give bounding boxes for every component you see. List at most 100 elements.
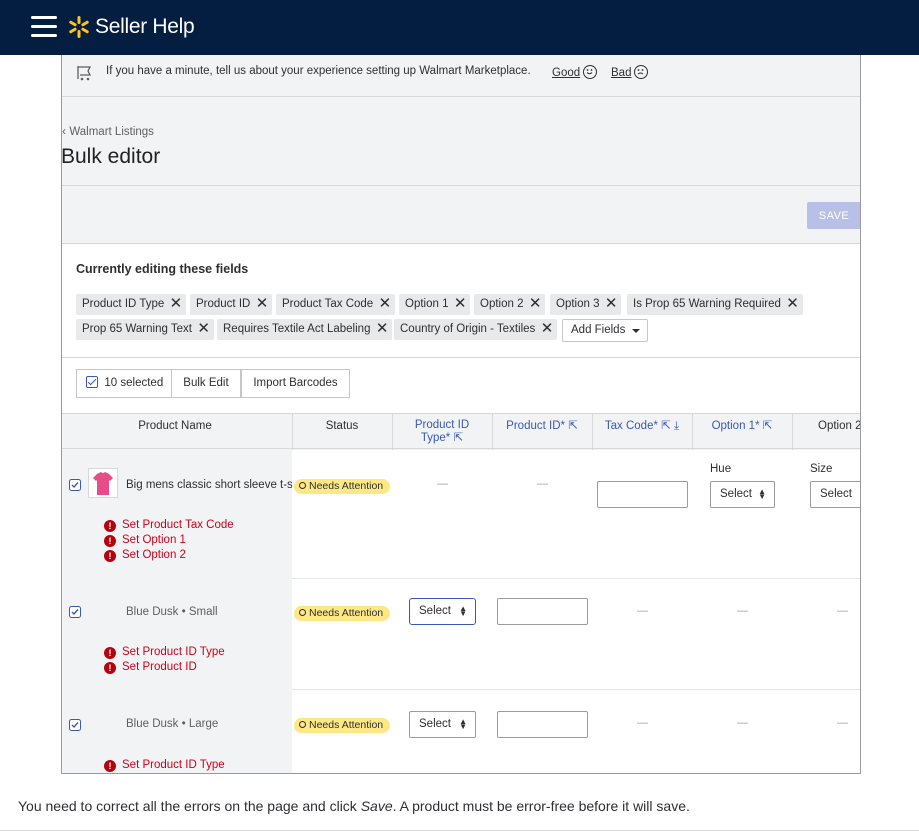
- error-icon: !: [104, 760, 116, 772]
- close-icon[interactable]: ✕: [376, 319, 389, 339]
- option2-value: —: [837, 605, 848, 617]
- col-product-id[interactable]: Product ID* ⇱: [492, 420, 592, 433]
- tax-code-input[interactable]: [597, 481, 688, 508]
- cart-flag-icon: [75, 63, 95, 83]
- table-row: Blue Dusk • Large Needs Attention Select…: [62, 691, 860, 774]
- product-id-value: —: [537, 478, 548, 490]
- col-product-id-type[interactable]: Product IDType* ⇱: [392, 419, 492, 445]
- editing-heading: Currently editing these fields: [76, 262, 248, 276]
- table-row: Big mens classic short sleeve t-sl Needs…: [62, 450, 860, 578]
- error-icon: !: [104, 662, 116, 674]
- import-barcodes-button[interactable]: Import Barcodes: [241, 369, 350, 398]
- error-message: !Set Option 1: [104, 534, 186, 547]
- option1-label: Hue: [710, 463, 731, 475]
- close-icon[interactable]: ✕: [541, 319, 554, 339]
- product-id-type-select[interactable]: Select▲▼: [409, 598, 476, 625]
- option1-select[interactable]: Select▲▼: [710, 481, 775, 508]
- product-id-input[interactable]: [497, 711, 588, 738]
- product-id-input[interactable]: [497, 598, 588, 625]
- close-icon[interactable]: ✕: [379, 294, 392, 314]
- divider: [0, 830, 919, 831]
- feedback-message: If you have a minute, tell us about your…: [106, 65, 531, 77]
- field-chip: Option 2✕: [474, 294, 545, 315]
- walmart-spark-icon: [67, 15, 91, 39]
- close-icon[interactable]: ✕: [454, 294, 467, 314]
- field-chip: Prop 65 Warning Text✕: [76, 319, 214, 340]
- field-chip: Product ID✕: [190, 294, 272, 315]
- error-message: !Set Product ID: [104, 661, 197, 674]
- error-icon: !: [104, 647, 116, 659]
- field-chip: Product Tax Code✕: [276, 294, 395, 315]
- save-button[interactable]: SAVE: [807, 202, 861, 229]
- col-status: Status: [292, 420, 392, 433]
- row-checkbox[interactable]: [69, 479, 81, 491]
- field-chip: Option 1✕: [399, 294, 470, 315]
- option2-select[interactable]: Select: [810, 481, 861, 508]
- field-chip: Requires Textile Act Labeling✕: [217, 319, 392, 340]
- option2-label: Size: [810, 463, 832, 475]
- row-checkbox[interactable]: [69, 719, 81, 731]
- error-icon: !: [104, 550, 116, 562]
- external-link-icon: ⇱: [568, 420, 578, 432]
- chevron-updown-icon: ▲▼: [459, 606, 467, 616]
- external-link-icon: ⇱: [763, 420, 773, 432]
- col-option1[interactable]: Option 1* ⇱: [692, 420, 792, 433]
- col-product-name: Product Name: [120, 420, 230, 433]
- field-chip: Product ID Type✕: [76, 294, 186, 315]
- close-icon[interactable]: ✕: [256, 294, 269, 314]
- menu-icon[interactable]: [31, 16, 57, 38]
- table-header: Product Name Status Product IDType* ⇱ Pr…: [62, 413, 860, 449]
- divider: [292, 689, 860, 690]
- product-id-type-value: —: [437, 478, 448, 490]
- divider: [62, 185, 860, 186]
- chevron-updown-icon: ▲▼: [459, 719, 467, 729]
- status-badge: Needs Attention: [294, 479, 390, 494]
- frown-icon: [634, 65, 648, 79]
- status-badge: Needs Attention: [294, 718, 390, 733]
- field-chip: Option 3✕: [550, 294, 621, 315]
- close-icon[interactable]: ✕: [197, 319, 210, 339]
- error-message: !Set Option 2: [104, 549, 186, 562]
- close-icon[interactable]: ✕: [529, 294, 542, 314]
- table-row: Blue Dusk • Small Needs Attention Select…: [62, 579, 860, 689]
- error-icon: !: [104, 520, 116, 532]
- tax-code-value: —: [637, 717, 648, 729]
- close-icon[interactable]: ✕: [605, 294, 618, 314]
- smile-icon: [583, 65, 597, 79]
- error-message: !Set Product ID Type: [104, 646, 225, 659]
- error-message: !Set Product ID Type: [104, 759, 225, 772]
- product-thumbnail: [88, 468, 118, 498]
- variant-name: Blue Dusk • Large: [126, 718, 218, 730]
- selected-count-button[interactable]: 10 selected: [76, 369, 172, 398]
- external-link-icon: ⇱: [661, 420, 671, 432]
- close-icon[interactable]: ✕: [786, 294, 799, 314]
- screenshot-frame: If you have a minute, tell us about your…: [61, 55, 861, 774]
- brand-title[interactable]: Seller Help: [95, 15, 194, 39]
- page-title: Bulk editor: [61, 145, 160, 169]
- option2-value: —: [837, 717, 848, 729]
- error-icon: !: [104, 535, 116, 547]
- col-option2: Option 2: [818, 420, 861, 433]
- bulk-edit-button[interactable]: Bulk Edit: [171, 369, 241, 398]
- error-message: !Set Product Tax Code: [104, 519, 234, 532]
- download-icon[interactable]: ⤓: [674, 420, 679, 432]
- tax-code-value: —: [637, 605, 648, 617]
- caption-text: You need to correct all the errors on th…: [18, 798, 690, 814]
- option1-value: —: [737, 605, 748, 617]
- chevron-updown-icon: ▲▼: [758, 489, 766, 499]
- external-link-icon: ⇱: [453, 432, 463, 444]
- feedback-good-link[interactable]: Good: [552, 65, 597, 79]
- caret-down-icon: [632, 329, 640, 333]
- product-id-type-select[interactable]: Select▲▼: [409, 711, 476, 738]
- breadcrumb[interactable]: ‹ Walmart Listings: [62, 124, 154, 138]
- option1-value: —: [737, 717, 748, 729]
- checkbox-icon: [86, 376, 98, 388]
- status-badge: Needs Attention: [294, 606, 390, 621]
- row-checkbox[interactable]: [69, 606, 81, 618]
- variant-name: Blue Dusk • Small: [126, 606, 218, 618]
- close-icon[interactable]: ✕: [170, 294, 183, 314]
- feedback-banner: If you have a minute, tell us about your…: [62, 55, 860, 97]
- add-fields-dropdown[interactable]: Add Fields: [562, 319, 648, 342]
- feedback-bad-link[interactable]: Bad: [611, 65, 648, 79]
- col-tax-code[interactable]: Tax Code* ⇱ ⤓: [592, 420, 692, 433]
